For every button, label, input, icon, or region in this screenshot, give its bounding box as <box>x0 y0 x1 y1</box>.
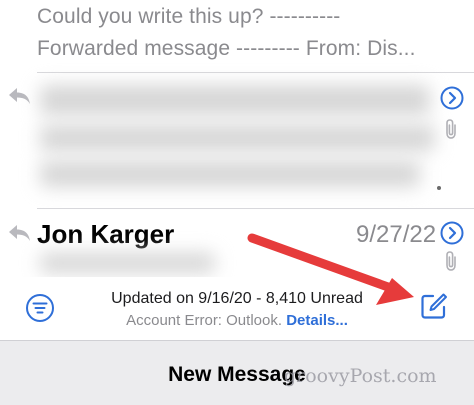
message-row[interactable]: Jon Karger 9/27/22 <box>0 209 474 275</box>
chevron-right-circle-icon[interactable] <box>440 86 464 110</box>
reply-icon <box>9 88 30 104</box>
details-link[interactable]: Details... <box>286 312 348 329</box>
message-preview-line2: Forwarded message --------- From: Dis... <box>37 37 416 60</box>
reply-icon <box>9 225 30 241</box>
message-preview-line1: Could you write this up? ---------- <box>37 5 341 28</box>
watermark: groovyPost.com <box>284 365 437 387</box>
blurred-preview <box>40 125 435 151</box>
blurred-preview <box>40 161 420 187</box>
blurred-sender <box>40 85 430 115</box>
new-message-sheet[interactable]: New Message groovyPost.com <box>0 340 474 405</box>
message-date: 9/27/22 <box>356 221 437 248</box>
dot <box>437 186 441 190</box>
chevron-right-circle-icon[interactable] <box>440 221 464 245</box>
sender-name: Jon Karger <box>37 219 175 249</box>
paperclip-icon <box>446 251 456 271</box>
blurred-preview <box>40 253 215 273</box>
account-error: Account Error: Outlook. Details... <box>0 312 474 329</box>
compose-icon[interactable] <box>419 291 449 321</box>
paperclip-icon <box>446 119 456 139</box>
account-error-text: Account Error: Outlook. <box>126 312 283 329</box>
message-row-blurred[interactable] <box>0 73 474 203</box>
update-status: Updated on 9/16/20 - 8,410 Unread <box>111 290 363 307</box>
bottom-toolbar: Updated on 9/16/20 - 8,410 Unread Accoun… <box>0 277 474 343</box>
